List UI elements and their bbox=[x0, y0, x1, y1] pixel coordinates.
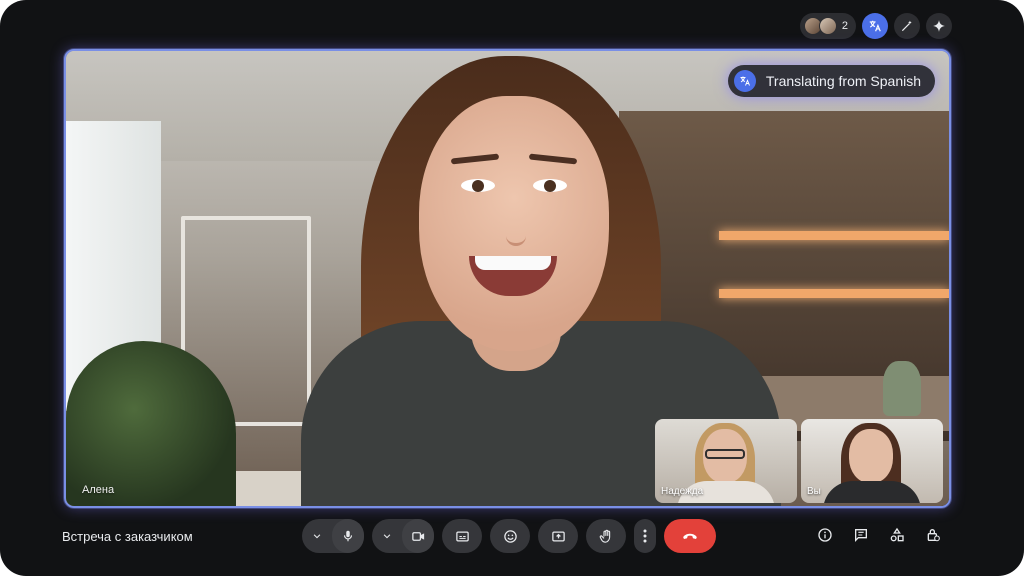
chat-button[interactable] bbox=[850, 524, 872, 546]
present-icon bbox=[551, 529, 566, 544]
chevron-down-icon bbox=[312, 531, 322, 541]
host-controls-button[interactable] bbox=[922, 524, 944, 546]
participants-count: 2 bbox=[841, 20, 848, 32]
participant-tile[interactable]: Надежда bbox=[655, 419, 797, 503]
gemini-button[interactable] bbox=[926, 13, 952, 39]
participant-name: Вы bbox=[807, 486, 821, 497]
speaker-name: Алена bbox=[82, 484, 115, 496]
sparkle-icon bbox=[932, 19, 946, 33]
raise-hand-icon bbox=[599, 529, 614, 544]
meeting-title: Встреча с заказчиком bbox=[62, 529, 193, 544]
audio-options-button[interactable] bbox=[302, 519, 332, 553]
translate-button[interactable] bbox=[862, 13, 888, 39]
mic-control-group bbox=[302, 519, 364, 553]
captions-icon bbox=[455, 529, 470, 544]
side-panel-controls bbox=[814, 524, 944, 546]
translate-icon bbox=[868, 19, 882, 33]
more-vertical-icon bbox=[643, 529, 647, 543]
emoji-icon bbox=[503, 529, 518, 544]
end-call-icon bbox=[681, 527, 699, 545]
translate-icon bbox=[733, 70, 756, 92]
mic-button[interactable] bbox=[332, 519, 364, 553]
effects-button[interactable] bbox=[894, 13, 920, 39]
meeting-info-button[interactable] bbox=[814, 524, 836, 546]
activities-button[interactable] bbox=[886, 524, 908, 546]
participant-avatar bbox=[818, 17, 837, 35]
mic-icon bbox=[341, 529, 355, 543]
video-options-button[interactable] bbox=[372, 519, 402, 553]
translation-status-text: Translating from Spanish bbox=[765, 73, 921, 89]
chevron-down-icon bbox=[382, 531, 392, 541]
self-view-tile[interactable]: Вы bbox=[801, 419, 943, 503]
translation-status-chip[interactable]: Translating from Spanish bbox=[727, 65, 935, 97]
activities-icon bbox=[889, 527, 905, 543]
more-options-button[interactable] bbox=[634, 519, 656, 553]
present-button[interactable] bbox=[538, 519, 578, 553]
meet-window: 2 Translating from Spanish Алена Надежда… bbox=[0, 0, 1024, 576]
camera-button[interactable] bbox=[402, 519, 434, 553]
info-icon bbox=[817, 527, 833, 543]
top-controls: 2 bbox=[799, 13, 952, 39]
captions-button[interactable] bbox=[442, 519, 482, 553]
main-video-stage: Translating from Spanish Алена Надежда В… bbox=[64, 49, 951, 508]
glasses bbox=[705, 449, 745, 459]
camera-control-group bbox=[372, 519, 434, 553]
chat-icon bbox=[853, 527, 869, 543]
magic-pen-icon bbox=[900, 19, 914, 33]
call-controls bbox=[302, 519, 716, 553]
raise-hand-button[interactable] bbox=[586, 519, 626, 553]
participant-name: Надежда bbox=[661, 486, 704, 497]
end-call-button[interactable] bbox=[664, 519, 716, 553]
participants-button[interactable]: 2 bbox=[799, 13, 856, 39]
camera-icon bbox=[411, 529, 426, 544]
host-controls-icon bbox=[925, 527, 941, 543]
reactions-button[interactable] bbox=[490, 519, 530, 553]
